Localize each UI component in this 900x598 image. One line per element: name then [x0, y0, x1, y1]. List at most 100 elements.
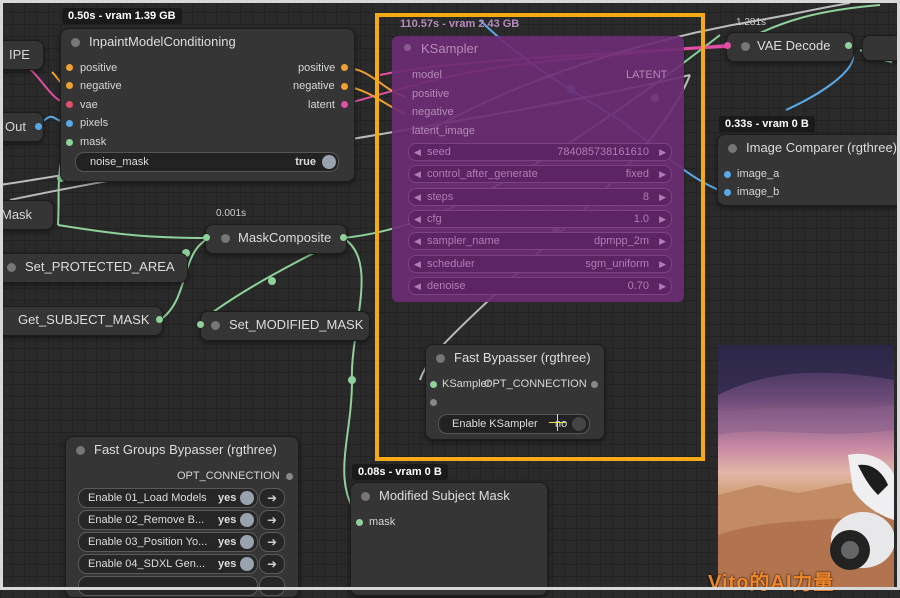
group-toggle[interactable] — [78, 576, 258, 596]
node-title[interactable]: Set_MODIFIED_MASK — [201, 312, 369, 338]
node-title[interactable]: MaskComposite — [206, 225, 346, 251]
node-title-text: Image Comparer (rgthree) — [746, 140, 897, 155]
output-slot-positive[interactable] — [341, 64, 348, 71]
vae-decode-output-slot[interactable] — [845, 42, 852, 49]
wire-left-mask-to-composite — [57, 224, 211, 239]
desert-motorcycle-image — [718, 345, 894, 590]
noise-mask-toggle[interactable]: noise_mask true — [75, 152, 339, 172]
noise-mask-value: true — [295, 156, 316, 168]
noise-mask-label: noise_mask — [90, 156, 149, 168]
go-to-group-arrow-icon[interactable]: ➜ — [259, 554, 285, 574]
group-toggle-row[interactable]: Enable 01_Load Models yes ➜ — [78, 488, 285, 508]
modified-subject-input-label: mask — [369, 516, 396, 528]
set-modified-input-slot[interactable] — [197, 321, 204, 328]
input-label-negative: negative — [80, 80, 122, 92]
image-preview[interactable] — [718, 345, 894, 590]
mask-node-partial[interactable]: Mask — [0, 200, 54, 230]
go-to-group-arrow-icon[interactable]: ➜ — [259, 532, 285, 552]
node-title-text: InpaintModelConditioning — [89, 34, 236, 49]
toggle-knob-icon — [240, 535, 254, 549]
input-label-vae: vae — [80, 99, 98, 111]
pipe-node-partial[interactable]: IPE — [0, 40, 44, 70]
vae-decode-node[interactable]: VAE Decode — [726, 32, 854, 62]
mask-composite-input-slot[interactable] — [203, 234, 210, 241]
modified-subject-badge: 0.08s - vram 0 B — [352, 464, 448, 480]
node-title-text: Set_MODIFIED_MASK — [229, 317, 364, 332]
group-toggle-value: yes — [218, 558, 237, 570]
input-slot-image-a[interactable] — [724, 171, 731, 178]
group-toggle-row-partial[interactable] — [78, 576, 285, 596]
node-title[interactable]: Get_SUBJECT_MASK — [0, 307, 162, 333]
collapse-dot-icon[interactable] — [211, 321, 220, 330]
group-toggle-row[interactable]: Enable 02_Remove B... yes ➜ — [78, 510, 285, 530]
mask-composite-output-slot[interactable] — [340, 234, 347, 241]
collapse-dot-icon[interactable] — [76, 446, 85, 455]
group-toggle-label: Enable 01_Load Models — [88, 492, 207, 504]
output-label-latent: latent — [308, 99, 335, 111]
input-slot-vae[interactable] — [66, 101, 73, 108]
set-modified-mask-node[interactable]: Set_MODIFIED_MASK — [200, 311, 370, 341]
vae-decode-input-slot[interactable] — [724, 42, 731, 49]
out-slot[interactable] — [35, 123, 42, 130]
node-title[interactable]: Modified Subject Mask — [351, 483, 547, 509]
get-subject-output-slot[interactable] — [156, 316, 163, 323]
toggle-knob-icon — [240, 513, 254, 527]
input-slot-mask[interactable] — [66, 139, 73, 146]
node-title-text: MaskComposite — [238, 230, 332, 245]
group-toggle[interactable]: Enable 01_Load Models yes — [78, 488, 258, 508]
input-slot-positive[interactable] — [66, 64, 73, 71]
image-comparer-badge: 0.33s - vram 0 B — [719, 116, 815, 132]
collapse-dot-icon[interactable] — [741, 42, 750, 51]
input-label-image-a: image_a — [737, 168, 780, 180]
input-slot-image-b[interactable] — [724, 189, 731, 196]
group-toggle-value: yes — [218, 492, 237, 504]
offscreen-node-partial[interactable] — [862, 35, 900, 61]
modified-subject-mask-node[interactable]: Modified Subject Mask — [350, 482, 548, 596]
node-title[interactable]: InpaintModelConditioning — [61, 29, 354, 55]
mask-composite-timing: 0.001s — [216, 208, 247, 219]
get-subject-mask-node[interactable]: Get_SUBJECT_MASK — [0, 306, 163, 336]
collapse-dot-icon[interactable] — [71, 38, 80, 47]
group-toggle[interactable]: Enable 03_Position Yo... yes — [78, 532, 258, 552]
input-label-pixels: pixels — [80, 117, 109, 129]
toggle-knob-icon — [240, 491, 254, 505]
group-toggle[interactable]: Enable 04_SDXL Gen... yes — [78, 554, 258, 574]
out-node-label: Out — [5, 119, 26, 134]
collapse-dot-icon[interactable] — [728, 144, 737, 153]
node-title[interactable]: Set_PROTECTED_AREA — [0, 254, 187, 280]
inpaint-timing-badge: 0.50s - vram 1.39 GB — [62, 8, 182, 24]
mask-composite-node[interactable]: MaskComposite — [205, 224, 347, 254]
collapse-dot-icon[interactable] — [361, 492, 370, 501]
input-label-mask: mask — [80, 136, 107, 148]
group-toggle-label: Enable 02_Remove B... — [88, 514, 205, 526]
output-slot-negative[interactable] — [341, 83, 348, 90]
node-title-text: Modified Subject Mask — [379, 488, 510, 503]
input-slot-pixels[interactable] — [66, 120, 73, 127]
watermark-text: Vito的AI力量 — [708, 572, 835, 594]
group-toggle-row[interactable]: Enable 03_Position Yo... yes ➜ — [78, 532, 285, 552]
go-to-group-arrow-icon[interactable]: ➜ — [259, 510, 285, 530]
group-toggle-row[interactable]: Enable 04_SDXL Gen... yes ➜ — [78, 554, 285, 574]
group-toggle-value: yes — [218, 514, 237, 526]
toggle-knob-icon — [322, 155, 336, 169]
set-protected-area-node[interactable]: Set_PROTECTED_AREA — [0, 253, 188, 283]
out-node-partial[interactable]: Out — [0, 112, 44, 142]
node-title[interactable]: Fast Groups Bypasser (rgthree) — [66, 437, 298, 463]
input-slot-negative[interactable] — [66, 82, 73, 89]
go-to-group-arrow-icon[interactable]: ➜ — [259, 488, 285, 508]
collapse-dot-icon[interactable] — [221, 234, 230, 243]
collapse-dot-icon[interactable] — [7, 263, 16, 272]
node-title[interactable]: VAE Decode — [727, 33, 853, 59]
output-label-negative: negative — [293, 80, 335, 92]
input-label-image-b: image_b — [737, 186, 780, 198]
output-slot-latent[interactable] — [341, 101, 348, 108]
modified-subject-input-slot[interactable] — [356, 519, 363, 526]
group-toggle[interactable]: Enable 02_Remove B... yes — [78, 510, 258, 530]
group-toggle-label: Enable 03_Position Yo... — [88, 536, 208, 548]
node-title-text: Get_SUBJECT_MASK — [18, 312, 150, 327]
group-toggle-label: Enable 04_SDXL Gen... — [88, 558, 206, 570]
highlight-box — [375, 13, 705, 461]
go-to-group-arrow-icon[interactable] — [259, 576, 285, 596]
node-title[interactable]: Image Comparer (rgthree) — [718, 135, 900, 161]
fast-groups-output-slot[interactable] — [286, 473, 293, 480]
